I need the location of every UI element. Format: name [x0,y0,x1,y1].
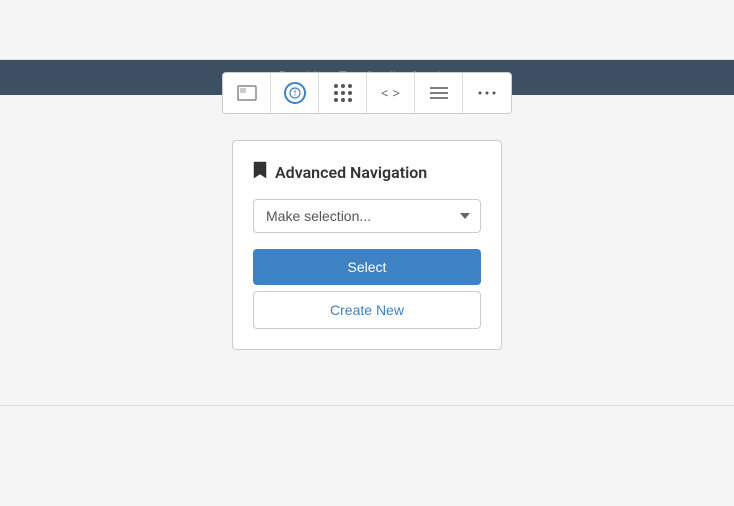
toolbar-item-compass[interactable] [271,73,319,113]
widget-card: Advanced Navigation Make selection... Se… [232,140,502,350]
toolbar-item-code[interactable]: < > [367,73,415,113]
widget-title-row: Advanced Navigation [253,161,481,183]
toolbar-item-flag[interactable] [223,73,271,113]
toolbar-strip: < > [222,72,512,114]
bottom-divider [0,405,734,406]
create-new-button[interactable]: Create New [253,291,481,329]
select-button[interactable]: Select [253,249,481,285]
bookmark-icon [253,161,267,183]
widget-title-text: Advanced Navigation [275,163,427,182]
toolbar-item-more[interactable] [463,73,511,113]
toolbar-item-grid[interactable] [319,73,367,113]
main-content: Advanced Navigation Make selection... Se… [0,95,734,506]
toolbar-item-lines[interactable] [415,73,463,113]
code-icon: < > [381,84,400,102]
lines-icon [430,86,448,100]
compass-icon [284,82,306,104]
ellipsis-icon [478,91,496,95]
grid-dots-icon [334,84,352,102]
navigation-select[interactable]: Make selection... [253,199,481,233]
top-bar [0,0,734,60]
image-icon [237,85,257,101]
